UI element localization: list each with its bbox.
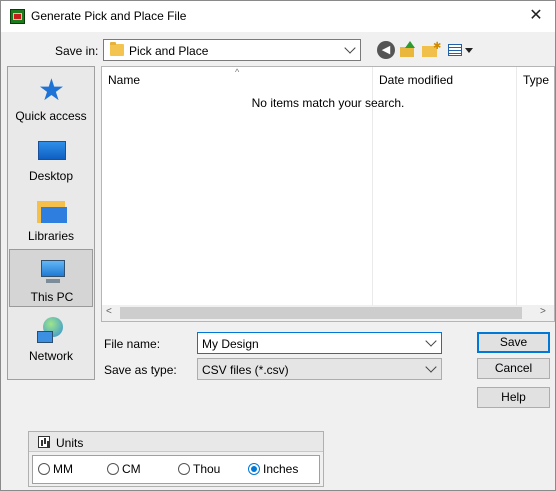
file-list[interactable]: ^ Name Date modified Type No items match… [101,66,555,322]
chevron-down-icon [425,361,437,373]
radio-label: CM [122,462,141,476]
place-label: Desktop [28,169,74,183]
star-icon: ★ [38,74,65,107]
horizontal-scrollbar[interactable]: < > [102,305,554,321]
save-in-location: Pick and Place [129,44,209,58]
app-icon [10,9,25,24]
radio-circle-icon [38,463,50,475]
radio-label: Thou [193,462,221,476]
close-icon[interactable]: ✕ [525,5,547,27]
new-folder-icon[interactable]: ✱ [422,41,441,59]
place-desktop[interactable]: Desktop [9,129,93,187]
radio-label: Inches [263,462,299,476]
place-label: Network [28,349,73,363]
places-bar: ★ Quick access Desktop Libraries This PC… [7,66,95,380]
chevron-down-icon [344,42,356,54]
column-header-type[interactable]: Type [523,73,549,87]
computer-icon [38,258,68,286]
column-header-date-modified[interactable]: Date modified [379,73,453,87]
place-this-pc[interactable]: This PC [9,249,93,307]
radio-circle-icon [107,463,119,475]
scroll-right-icon[interactable]: > [540,306,546,317]
radio-circle-icon [178,463,190,475]
window-title: Generate Pick and Place File [31,9,187,23]
units-panel: Units MM CM Thou Inches [28,431,324,487]
file-name-value: My Design [202,337,259,351]
scroll-left-icon[interactable]: < [106,306,112,317]
libraries-icon [37,197,67,225]
place-label: Libraries [27,229,75,243]
sort-indicator-icon: ^ [235,67,240,77]
save-in-dropdown[interactable]: Pick and Place [103,39,361,61]
back-icon[interactable]: ◀ [377,41,395,59]
desktop-icon [37,137,67,165]
units-title: Units [56,436,84,450]
place-label: Quick access [15,109,87,123]
help-button[interactable]: Help [477,387,550,408]
column-header-name[interactable]: Name [108,73,140,87]
folder-icon [110,42,124,56]
units-chart-icon [38,436,50,448]
save-dialog: Generate Pick and Place File ✕ Save in: … [0,0,556,491]
save-in-label: Save in: [55,44,99,58]
up-folder-icon[interactable] [399,41,417,59]
units-header: Units [29,432,323,452]
place-quick-access[interactable]: ★ Quick access [9,69,93,127]
view-menu-icon[interactable] [447,41,473,59]
file-name-input[interactable]: My Design [197,332,442,354]
chevron-down-icon [425,335,437,347]
save-button[interactable]: Save [477,332,550,353]
file-name-label: File name: [104,337,161,351]
place-label: This PC [30,290,74,304]
save-as-type-select[interactable]: CSV files (*.csv) [197,358,442,380]
place-network[interactable]: Network [9,309,93,367]
radio-label: MM [53,462,73,476]
scrollbar-thumb[interactable] [120,307,522,319]
title-bar: Generate Pick and Place File ✕ [1,1,555,32]
cancel-button[interactable]: Cancel [477,358,550,379]
save-as-type-value: CSV files (*.csv) [202,363,289,377]
units-options: MM CM Thou Inches [32,455,320,484]
empty-message: No items match your search. [251,96,405,110]
save-as-type-label: Save as type: [104,363,177,377]
radio-selected-icon [248,463,260,475]
network-icon [37,317,67,345]
place-libraries[interactable]: Libraries [9,189,93,247]
